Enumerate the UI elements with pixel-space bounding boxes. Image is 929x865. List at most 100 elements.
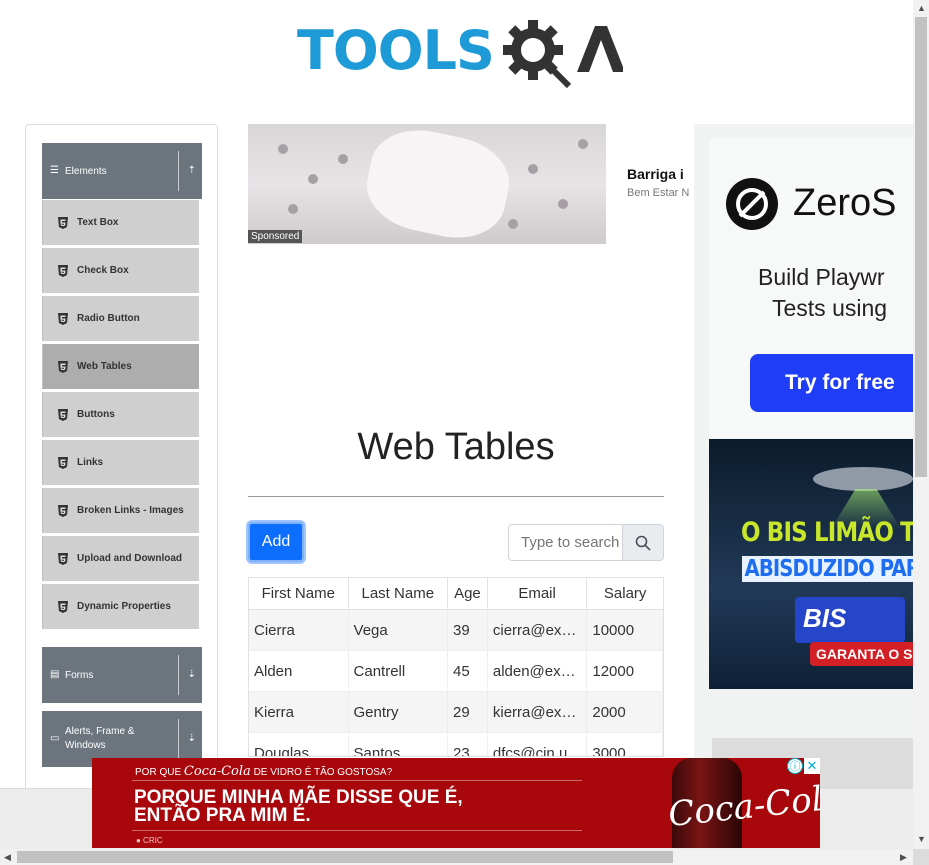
table-row: Douglas Santos 23 dfcs@cin.u… 3000 [249,733,663,756]
group-forms[interactable]: ▤ Forms ⇣ [42,647,202,703]
html5-icon [58,456,68,469]
scroll-right-icon[interactable]: ▶ [900,852,907,863]
search-icon [635,535,651,551]
sidebar-item-check-box[interactable]: Check Box [42,248,199,293]
column-header[interactable]: First Name [249,578,349,609]
coca-cola-ad[interactable]: POR QUE Coca-Cola DE VIDRO É TÃO GOSTOSA… [92,758,820,848]
scroll-down-icon[interactable]: ▼ [917,834,926,844]
table-cell: 23 [448,733,488,756]
add-button[interactable]: Add [248,522,304,562]
ad-image-detail [508,219,518,229]
title-divider [248,496,664,497]
ad-image-detail [558,199,568,209]
sidebar-item-upload-download[interactable]: Upload and Download [42,536,199,581]
chevron-down-icon[interactable]: ⇣ [188,733,196,745]
scroll-up-icon[interactable]: ▲ [917,3,926,13]
sidebar-item-label: Text Box [77,217,119,228]
zerostep-ad[interactable]: ZeroS Build Playwr Tests using Try for f… [709,138,913,438]
ad-image-detail [338,154,348,164]
sidebar-item-label: Dynamic Properties [77,601,171,612]
ad-footer: ● CRIC [136,836,163,845]
ad-image-detail [278,144,288,154]
column-header[interactable]: Last Name [349,578,449,609]
sidebar-item-radio-button[interactable]: Radio Button [42,296,199,341]
table-cell: Vega [349,610,449,650]
chevron-up-icon[interactable]: ⇡ [188,165,196,177]
table-cell: 29 [448,692,488,732]
divider [178,655,179,695]
html5-icon [58,552,68,565]
ad-image-detail [359,124,517,244]
group-forms-label: Forms [65,669,94,681]
vertical-scroll-thumb[interactable] [915,17,927,477]
table-cell: Gentry [349,692,449,732]
group-alerts-label: Alerts, Frame & Windows [65,726,135,751]
sidebar-item-web-tables[interactable]: Web Tables [42,344,199,389]
table-cell: kierra@ex… [488,692,588,732]
ad-source: Bem Estar N [627,187,690,199]
logo-text: TOOLS [297,19,495,82]
search-box [508,524,664,561]
bis-package-image: BIS [795,597,905,643]
ad-headline: O BIS LIMÃO TÁ S [741,517,913,548]
ad-tagline-suffix: DE VIDRO É TÃO GOSTOSA? [253,767,393,778]
ufo-icon [813,467,913,491]
ad-image-detail [528,164,538,174]
sponsored-ad-image[interactable] [248,124,606,244]
table-cell: 45 [448,651,488,691]
html5-icon [58,216,68,229]
sidebar-item-label: Upload and Download [77,553,182,564]
garanta-o-seu-button[interactable]: GARANTA O SEU [810,642,913,666]
close-ad-icon[interactable]: ✕ [804,758,820,774]
sidebar-item-text-box[interactable]: Text Box [42,200,199,245]
sidebar-item-label: Radio Button [77,313,140,324]
sidebar-item-broken-links[interactable]: Broken Links - Images [42,488,199,533]
divider [178,719,179,759]
table-row: Cierra Vega 39 cierra@ex… 10000 [249,610,663,651]
horizontal-scrollbar[interactable]: ◀ ▶ [0,849,929,865]
adchoices-icon[interactable]: ⓘ [787,758,803,774]
column-header[interactable]: Salary [587,578,663,609]
ad-tagline: POR QUE Coca-Cola DE VIDRO É TÃO GOSTOSA… [135,764,392,779]
chevron-down-icon[interactable]: ⇣ [188,669,196,681]
ad-headline: ENTÃO PRA MIM É. [134,805,311,826]
sidebar-item-links[interactable]: Links [42,440,199,485]
sidebar-item-label: Broken Links - Images [77,505,184,516]
toolsqa-logo[interactable]: TOOLS [297,16,627,90]
column-header[interactable]: Age [448,578,488,609]
page-title: Web Tables [357,426,555,468]
ad-tagline-prefix: POR QUE [135,767,182,778]
table-cell: 10000 [587,610,663,650]
table-cell: 12000 [587,651,663,691]
ad-headline[interactable]: Barriga i [627,166,695,182]
sponsored-label: Sponsored [248,230,303,243]
sidebar-item-dynamic-properties[interactable]: Dynamic Properties [42,584,199,629]
try-for-free-button[interactable]: Try for free [750,354,913,412]
sidebar-item-buttons[interactable]: Buttons [42,392,199,437]
divider [132,780,582,781]
table-cell: cierra@ex… [488,610,588,650]
horizontal-scroll-thumb[interactable] [17,851,673,863]
ad-image-detail [308,174,318,184]
html5-icon [58,504,68,517]
table-cell: Cierra [249,610,349,650]
search-button[interactable] [622,525,663,560]
logo-gear-qa-icon [503,20,623,89]
ad-tagline-brand: Coca-Cola [183,764,251,779]
sidebar-item-label: Buttons [77,409,115,420]
search-input[interactable] [509,525,623,560]
vertical-scrollbar[interactable]: ▲ ▼ [913,0,929,849]
bis-ad[interactable]: O BIS LIMÃO TÁ S ABISDUZIDO PARA S BIS G… [709,439,913,689]
html5-icon [58,600,68,613]
scroll-left-icon[interactable]: ◀ [4,852,11,863]
table-cell: Douglas [249,733,349,756]
sidebar-item-label: Web Tables [77,361,132,372]
bis-pack-label: BIS [803,603,847,633]
table-cell: dfcs@cin.u… [488,733,588,756]
divider [132,830,582,831]
group-elements[interactable]: ☰ Elements ⇡ [42,143,202,199]
ad-text: Tests using [772,295,888,321]
table-cell: 3000 [587,733,663,756]
column-header[interactable]: Email [488,578,588,609]
scrollbar-corner [913,849,929,865]
